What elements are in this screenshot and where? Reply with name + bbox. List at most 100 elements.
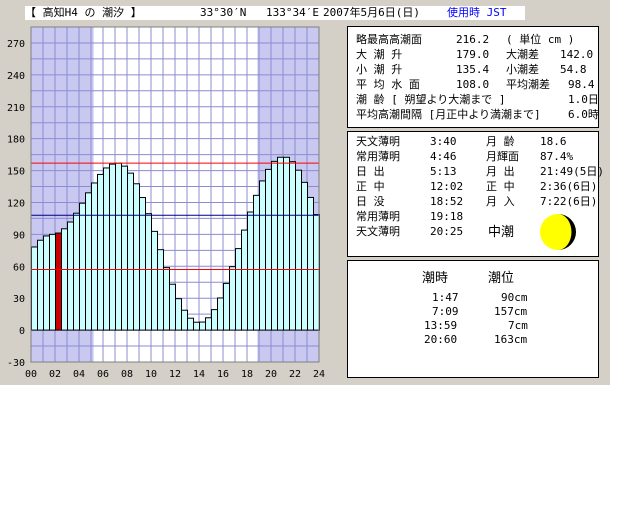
sun-value: 19:18: [430, 210, 464, 223]
moon-value: 21:49(5日): [540, 165, 604, 178]
tide-bar: [181, 309, 188, 331]
info-extra-label: 大潮差: [506, 48, 539, 61]
x-tick-label: 18: [241, 369, 253, 380]
tide-bar: [61, 228, 68, 331]
tide-time: 13:59: [424, 319, 458, 332]
tide-bar: [265, 168, 272, 331]
moon-label: 正 中: [486, 180, 515, 193]
tide-times-panel: 潮時 潮位 1:47 90cm 7:09 157cm 13:59 7cm 20:60 163c…: [347, 260, 599, 378]
tide-time: 1:47: [432, 291, 459, 304]
tide-bar: [49, 233, 56, 331]
sun-label: 正 中: [356, 180, 385, 193]
sun-value: 12:02: [430, 180, 464, 193]
tide-bar: [85, 192, 92, 331]
tide-bar: [91, 182, 98, 331]
date: 2007年5月6日(日): [323, 6, 420, 19]
tide-bar: [151, 230, 158, 331]
tide-bar: [31, 246, 38, 331]
sun-label: 常用薄明: [356, 150, 400, 163]
tide-bar: [199, 321, 206, 331]
y-tick-label: 210: [7, 103, 25, 114]
timezone-label: 使用時 JST: [447, 6, 507, 19]
x-tick-label: 00: [25, 369, 37, 380]
tide-app-window: 【 高知H4 の 潮汐 】 33°30′N 133°34′E 2007年5月6日…: [0, 0, 610, 385]
info-label: 大 潮 升: [356, 48, 403, 61]
tide-bar: [259, 180, 266, 331]
latitude: 33°30′N: [200, 6, 247, 19]
y-tick-label: 0: [19, 326, 25, 337]
tide-bar: [97, 173, 104, 331]
y-tick-label: 180: [7, 135, 25, 146]
tide-bar: [157, 249, 164, 331]
sun-value: 20:25: [430, 225, 464, 238]
tide-bar: [133, 183, 140, 331]
tide-bar: [79, 202, 86, 331]
sun-value: 4:46: [430, 150, 457, 163]
y-tick-label: 270: [7, 39, 25, 50]
x-tick-label: 08: [121, 369, 133, 380]
tide-time: 20:60: [424, 333, 458, 346]
y-tick-label: 240: [7, 71, 25, 82]
tide-info-panel: 略最高高潮面 216.2 ( 単位 cm ) 大 潮 升 179.0 大潮差 142.0 小 …: [347, 26, 599, 128]
x-tick-label: 04: [73, 369, 85, 380]
tide-level: 163cm: [494, 333, 528, 346]
tide-bar: [103, 167, 110, 331]
tide-bar: [223, 282, 230, 331]
moon-phase-icon: [540, 214, 576, 250]
tide-time: 7:09: [432, 305, 459, 318]
tide-chart-svg: 270 240 210 180 150 120 90 60 30 0 -3000 02 04 06 08 10…: [7, 26, 325, 380]
tide-level: 157cm: [494, 305, 528, 318]
moon-label: 月 出: [486, 165, 515, 178]
tide-bar: [277, 156, 284, 331]
x-tick-label: 24: [313, 369, 325, 380]
x-tick-label: 20: [265, 369, 277, 380]
x-tick-label: 06: [97, 369, 109, 380]
moon-label: 月 齢: [486, 135, 515, 148]
info-extra-value: 54.8: [560, 63, 587, 76]
tide-bar: [235, 248, 242, 331]
tide-level: 7cm: [508, 319, 528, 332]
header-bar: 【 高知H4 の 潮汐 】 33°30′N 133°34′E 2007年5月6日…: [25, 6, 525, 20]
tide-bar: [37, 239, 44, 331]
info-extra-label: 小潮差: [506, 63, 539, 76]
x-tick-label: 16: [217, 369, 229, 380]
x-tick-label: 12: [169, 369, 181, 380]
tide-bar: [217, 297, 224, 331]
info-extra-value: 142.0: [560, 48, 594, 61]
info-extra-label: 平均潮差: [506, 78, 550, 91]
tide-chart: 270 240 210 180 150 120 90 60 30 0 -30 00 02 04 06 08 10…: [0, 22, 330, 382]
tide-bar: [229, 266, 236, 331]
sun-label: 天文薄明: [356, 135, 400, 148]
info-value: 108.0: [456, 78, 490, 91]
tide-bar: [163, 267, 170, 331]
sun-value: 18:52: [430, 195, 464, 208]
y-tick-label: 60: [13, 262, 25, 273]
moon-value: 7:22(6日): [540, 195, 598, 208]
tide-bar: [73, 212, 80, 331]
tide-bar: [247, 211, 254, 331]
info-label: 小 潮 升: [356, 63, 403, 76]
info-extra-label: ( 単位 cm ): [506, 33, 575, 46]
tide-bar: [295, 169, 302, 331]
sun-value: 3:40: [430, 135, 457, 148]
x-tick-label: 02: [49, 369, 61, 380]
y-tick-label: 150: [7, 167, 25, 178]
info-value: 216.2: [456, 33, 490, 46]
tide-bar: [121, 165, 128, 331]
tide-time-header: 潮時: [422, 271, 449, 286]
tide-bar: [175, 298, 182, 331]
sun-value: 5:13: [430, 165, 457, 178]
info-value: 179.0: [456, 48, 490, 61]
tide-bar: [271, 160, 278, 331]
tide-bar: [193, 321, 200, 331]
moon-label: 月 入: [486, 195, 515, 208]
x-tick-label: 14: [193, 369, 205, 380]
tide-bar: [241, 229, 248, 331]
x-tick-label: 10: [145, 369, 157, 380]
moon-value: 2:36(6日): [540, 180, 598, 193]
tide-bar: [169, 283, 176, 331]
tide-bar: [145, 213, 152, 331]
current-time-bar: [55, 232, 62, 331]
tide-bar: [67, 221, 74, 331]
y-tick-label: 30: [13, 294, 25, 305]
